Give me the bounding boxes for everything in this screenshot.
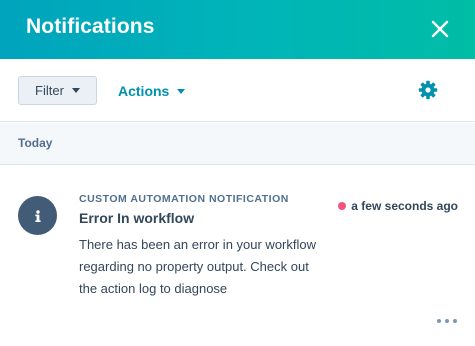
more-icon — [437, 319, 441, 323]
more-options-button[interactable] — [432, 313, 462, 329]
close-icon — [431, 20, 449, 38]
caret-down-icon — [177, 88, 186, 94]
notification-type: CUSTOM AUTOMATION NOTIFICATION — [79, 193, 289, 205]
close-button[interactable] — [425, 14, 455, 44]
unread-indicator — [338, 202, 347, 210]
info-icon — [18, 196, 57, 235]
notification-title: Error In workflow — [79, 210, 195, 226]
notifications-panel: Notifications Filter Actions Today CUSTO… — [0, 0, 475, 346]
timestamp-text: a few seconds ago — [351, 199, 458, 213]
notification-body: There has been an error in your workflow… — [79, 237, 317, 296]
actions-dropdown[interactable]: Actions — [118, 81, 186, 101]
filter-label: Filter — [35, 83, 64, 98]
section-label: Today — [18, 136, 53, 150]
notification-timestamp: a few seconds ago — [338, 199, 458, 213]
toolbar: Filter Actions — [0, 59, 475, 122]
panel-title: Notifications — [26, 15, 155, 38]
panel-header: Notifications — [0, 0, 475, 59]
gear-icon — [418, 80, 438, 100]
notification-item[interactable]: CUSTOM AUTOMATION NOTIFICATION Error In … — [0, 166, 475, 346]
settings-button[interactable] — [417, 79, 439, 101]
filter-button[interactable]: Filter — [18, 76, 97, 105]
caret-down-icon — [71, 88, 80, 93]
actions-label: Actions — [118, 83, 170, 99]
section-header-today: Today — [0, 123, 475, 165]
